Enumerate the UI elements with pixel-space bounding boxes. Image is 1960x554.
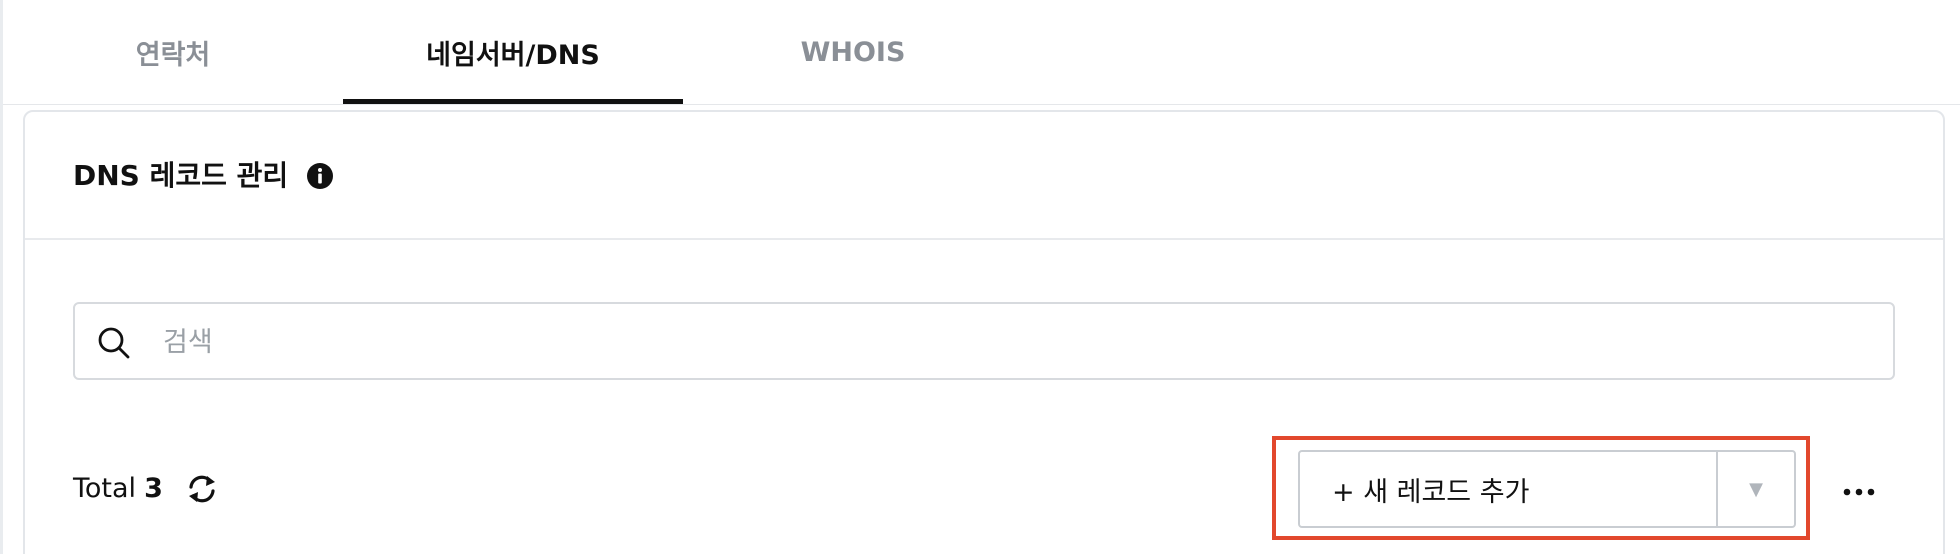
tab-whois-label: WHOIS xyxy=(800,36,906,68)
add-record-label: + 새 레코드 추가 xyxy=(1332,476,1530,508)
add-record-dropdown-toggle[interactable]: ▼ xyxy=(1718,452,1794,526)
tab-contacts-label: 연락처 xyxy=(135,39,211,71)
add-record-button[interactable]: + 새 레코드 추가 xyxy=(1300,452,1716,526)
chevron-down-icon: ▼ xyxy=(1749,478,1763,500)
total-label: Total xyxy=(73,472,137,504)
tab-nameserver-dns[interactable]: 네임서버/DNS xyxy=(343,0,683,104)
panel-title: DNS 레코드 관리 xyxy=(73,159,289,192)
add-record-split-button: + 새 레코드 추가 ▼ xyxy=(1298,450,1796,528)
tab-nameserver-dns-label: 네임서버/DNS xyxy=(426,39,600,71)
tab-whois[interactable]: WHOIS xyxy=(683,0,1023,104)
page: 연락처 네임서버/DNS WHOIS DNS 레코드 관리 Tota xyxy=(0,0,1960,554)
refresh-icon[interactable] xyxy=(185,472,219,506)
dns-records-panel: DNS 레코드 관리 Total 3 xyxy=(23,110,1945,554)
search-field[interactable] xyxy=(73,302,1895,380)
tab-contacts[interactable]: 연락처 xyxy=(3,0,343,104)
info-icon[interactable] xyxy=(306,162,334,190)
more-horizontal-icon[interactable] xyxy=(1837,470,1881,514)
total-indicator: Total 3 xyxy=(73,468,163,508)
panel-header: DNS 레코드 관리 xyxy=(25,112,1943,240)
search-icon xyxy=(98,327,130,359)
total-count: 3 xyxy=(144,472,163,504)
search-input[interactable] xyxy=(161,304,1865,380)
tab-bar: 연락처 네임서버/DNS WHOIS xyxy=(3,0,1960,105)
